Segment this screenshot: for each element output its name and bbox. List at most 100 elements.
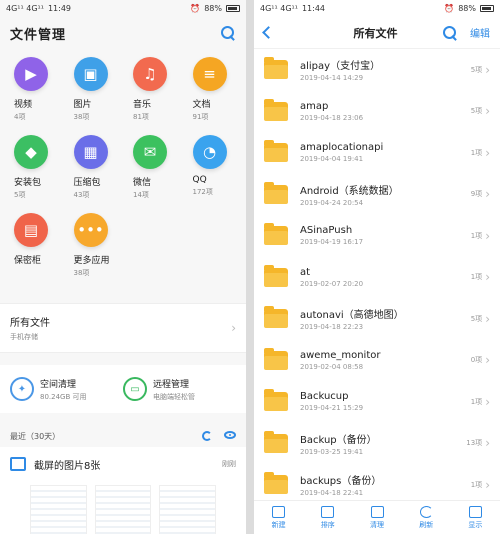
folder-row[interactable]: Backucup 2019-04-21 15:29 1项 › <box>254 381 500 423</box>
search-icon[interactable] <box>442 25 458 41</box>
category-item[interactable]: ♫ 音乐 81项 <box>123 57 183 127</box>
folder-row[interactable]: at 2019-02-07 20:20 1项 › <box>254 257 500 299</box>
category-item[interactable]: ◔ QQ 172项 <box>183 135 243 205</box>
chevron-right-icon: › <box>485 62 490 77</box>
category-item[interactable]: ••• 更多应用 38项 <box>64 213 124 283</box>
header: 文件管理 <box>0 17 246 49</box>
clean-button[interactable]: 清理 <box>352 501 401 534</box>
screens: 4G¹¹ 4G¹¹ 11:49 ⏰ 88% 文件管理 ▶ 视频 4项 ▣ 图片 38项 ♫ 音… <box>0 0 500 534</box>
folder-icon <box>264 181 288 204</box>
category-name: 保密柜 <box>14 256 42 266</box>
battery-text: 88% <box>458 4 476 13</box>
back-icon[interactable] <box>262 26 275 39</box>
category-item[interactable]: ▶ 视频 4项 <box>4 57 64 127</box>
display-icon <box>468 505 482 518</box>
chevron-right-icon: › <box>485 270 490 285</box>
chevron-right-icon: › <box>485 104 490 119</box>
chevron-right-icon: › <box>485 311 490 326</box>
edit-button[interactable]: 编辑 <box>470 25 490 40</box>
eye-icon[interactable] <box>224 431 236 439</box>
page-title: 所有文件 <box>353 26 398 40</box>
folder-count: 9项 <box>470 190 483 199</box>
all-files-screen: 4G¹¹ 4G¹¹ 11:44 ⏰ 88% 所有文件 编辑 alipay（支付宝… <box>254 0 500 534</box>
tool-title: 远程管理 <box>153 379 190 390</box>
category-item[interactable]: ▣ 图片 38项 <box>64 57 124 127</box>
broom-icon: ✦ <box>10 377 34 401</box>
folder-name: at <box>300 266 311 278</box>
alarm-icon: ⏰ <box>190 4 201 13</box>
folder-list: alipay（支付宝） 2019-04-14 14:29 5项 › amap 2019-0… <box>254 49 500 506</box>
signal-text: 4G¹¹ 4G¹¹ <box>6 4 44 13</box>
category-count: 14项 <box>133 191 149 199</box>
toolbar-label: 排序 <box>320 520 335 529</box>
file-manager-home: 4G¹¹ 4G¹¹ 11:49 ⏰ 88% 文件管理 ▶ 视频 4项 ▣ 图片 38项 ♫ 音… <box>0 0 246 534</box>
category-icon: ◔ <box>192 135 227 169</box>
folder-name: aweme_monitor <box>300 349 381 361</box>
category-count: 5项 <box>14 191 26 199</box>
thumbnail[interactable] <box>159 485 217 534</box>
new-folder-icon <box>272 505 286 518</box>
folder-date: 2019-04-21 15:29 <box>300 404 364 413</box>
tool-subtitle: 电脑端轻松管 <box>153 392 195 401</box>
folder-icon <box>264 264 288 287</box>
folder-icon <box>264 223 288 246</box>
sort-button[interactable]: 排序 <box>303 501 352 534</box>
folder-row[interactable]: Backup（备份） 2019-03-25 19:41 13项 › <box>254 423 500 465</box>
folder-icon <box>264 306 288 329</box>
header: 所有文件 编辑 <box>254 17 500 49</box>
screenshot-group[interactable]: 截屏的图片8张 刚刚 <box>0 447 246 481</box>
folder-date: 2019-04-14 14:29 <box>300 74 364 83</box>
category-item[interactable]: ▤ 保密柜 <box>4 213 64 283</box>
category-item[interactable]: ✉ 微信 14项 <box>123 135 183 205</box>
refresh-icon[interactable] <box>202 431 212 441</box>
folder-name: backups（备份） <box>300 476 382 488</box>
toolbar-label: 新建 <box>271 520 286 529</box>
category-count: 43项 <box>73 191 90 199</box>
folder-row[interactable]: autonavi（高德地图） 2019-04-18 22:23 5项 › <box>254 298 500 340</box>
folder-row[interactable]: ASinaPush 2019-04-19 16:17 1项 › <box>254 215 500 257</box>
space-cleanup-tool[interactable]: ✦ 空间清理 80.24GB 可用 <box>10 377 123 402</box>
category-icon: ▦ <box>73 135 108 169</box>
chevron-right-icon: › <box>485 187 490 202</box>
thumbnail[interactable] <box>94 485 152 534</box>
toolbar-label: 清理 <box>370 520 384 529</box>
folder-icon <box>264 347 288 370</box>
refresh-button[interactable]: 刷新 <box>402 501 451 534</box>
folder-row[interactable]: aweme_monitor 2019-02-04 08:58 0项 › <box>254 340 500 382</box>
category-count: 91项 <box>192 113 209 121</box>
folder-row[interactable]: amaplocationapi 2019-04-04 19:41 1项 › <box>254 132 500 174</box>
category-count: 4项 <box>14 113 26 121</box>
folder-count: 5项 <box>470 65 483 74</box>
folder-icon <box>264 472 288 495</box>
folder-name: amap <box>300 100 329 112</box>
category-item[interactable]: ◆ 安装包 5项 <box>4 135 64 205</box>
chevron-right-icon: › <box>485 394 490 409</box>
screenshot-time: 刚刚 <box>222 460 236 468</box>
category-count: 81项 <box>133 113 149 121</box>
folder-date: 2019-02-04 08:58 <box>300 362 364 371</box>
clock: 11:44 <box>301 4 326 13</box>
folder-row[interactable]: Android（系统数据） 2019-04-24 20:54 9项 › <box>254 174 500 216</box>
folder-count: 5项 <box>470 314 483 323</box>
category-name: 视频 <box>14 100 33 110</box>
category-count: 38项 <box>73 113 90 121</box>
category-item[interactable]: ▦ 压缩包 43项 <box>64 135 124 205</box>
page-title: 文件管理 <box>10 27 67 43</box>
folder-icon <box>264 98 288 121</box>
folder-date: 2019-04-18 22:23 <box>300 323 364 332</box>
thumbnail[interactable] <box>30 485 87 534</box>
folder-count: 1项 <box>470 397 483 406</box>
folder-row[interactable]: amap 2019-04-18 23:06 5项 › <box>254 91 500 133</box>
remote-manage-tool[interactable]: ▭ 远程管理 电脑端轻松管 <box>123 377 236 402</box>
screenshot-title: 截屏的图片8张 <box>34 460 101 472</box>
new-button[interactable]: 新建 <box>254 501 303 534</box>
folder-row[interactable]: alipay（支付宝） 2019-04-14 14:29 5项 › <box>254 49 500 91</box>
search-icon[interactable] <box>220 25 236 41</box>
display-button[interactable]: 显示 <box>451 501 500 534</box>
all-files-row[interactable]: 所有文件 手机存储 › <box>0 303 246 353</box>
folder-date: 2019-04-18 22:41 <box>300 489 364 498</box>
category-name: QQ <box>192 175 207 185</box>
thumbnails <box>0 481 246 534</box>
category-item[interactable]: ≡ 文档 91项 <box>183 57 243 127</box>
category-name: 压缩包 <box>73 178 101 188</box>
